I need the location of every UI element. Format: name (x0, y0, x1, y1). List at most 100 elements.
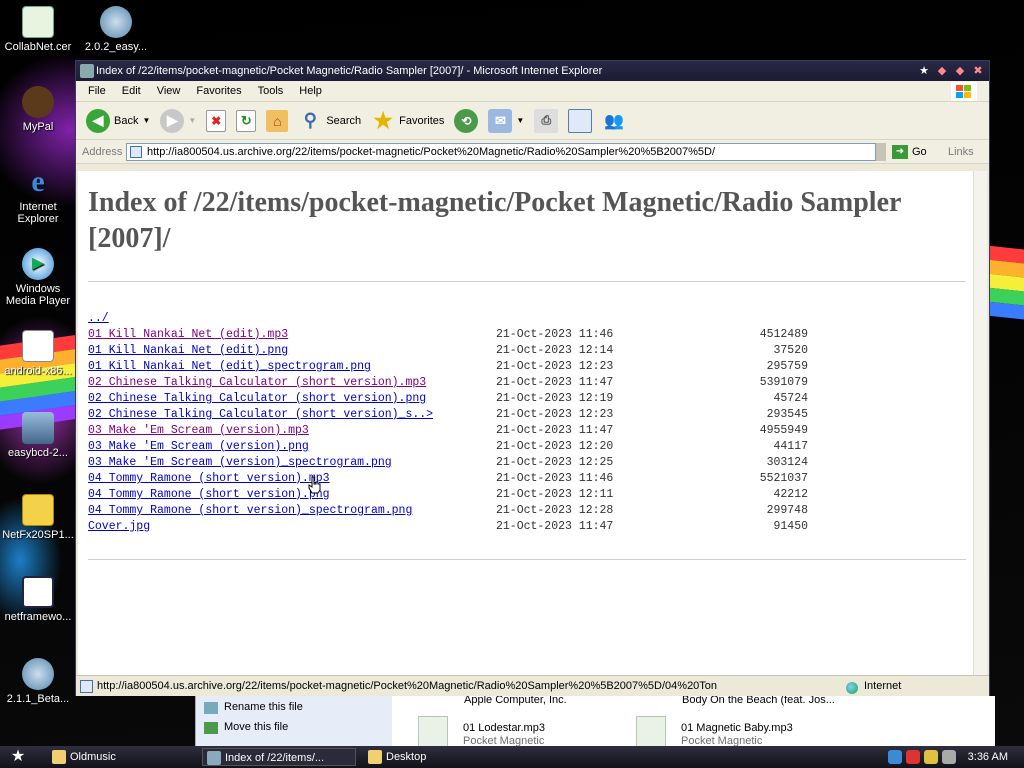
file-link[interactable]: 02 Chinese Talking Calculator (short ver… (88, 375, 426, 391)
desktop-icon-label: easybcd-2... (8, 447, 68, 459)
minimize-button[interactable]: ◆ (935, 64, 949, 78)
chevron-down-icon[interactable]: ▼ (188, 116, 196, 125)
desktop-icon-label: Internet Explorer (17, 201, 59, 225)
desktop-icon-collabnet[interactable]: CollabNet.cer (0, 6, 76, 53)
easybcd-icon (22, 412, 54, 444)
go-button[interactable]: ➜ Go (892, 143, 927, 161)
file-link[interactable]: 01 Kill Nankai Net (edit)_spectrogram.pn… (88, 359, 371, 375)
globe-icon (846, 682, 858, 694)
address-dropdown-button[interactable] (876, 143, 886, 161)
file-link[interactable]: 01 Kill Nankai Net (edit).mp3 (88, 327, 288, 343)
folder-icon (52, 750, 66, 764)
address-input[interactable]: http://ia800504.us.archive.org/22/items/… (126, 143, 876, 161)
desktop-icon-netframework[interactable]: netframewo... (0, 576, 76, 623)
taskbar-button-oldmusic[interactable]: Oldmusic (48, 748, 198, 766)
desktop-icon-label: CollabNet.cer (4, 41, 72, 53)
menu-help[interactable]: Help (291, 85, 330, 97)
rename-file-task[interactable]: Rename this file (224, 701, 303, 713)
parent-directory-link[interactable]: ../ (88, 311, 109, 327)
taskbar-button-ie[interactable]: Index of /22/items/... (202, 748, 356, 766)
desktop-icon-windows-media-player[interactable]: ▶ Windows Media Player (0, 248, 76, 307)
file-date: 21-Oct-2023 12:23 (496, 360, 614, 373)
file-link[interactable]: 02 Chinese Talking Calculator (short ver… (88, 407, 433, 423)
explorer-file-name: 01 Magnetic Baby.mp3 (681, 722, 793, 734)
desktop-icon-netfx20sp1[interactable]: NetFx20SP1... (0, 494, 76, 541)
file-link[interactable]: 03 Make 'Em Scream (version).mp3 (88, 423, 309, 439)
desktop-icon-label: 2.1.1_Beta... (6, 693, 70, 705)
menu-view[interactable]: View (149, 85, 189, 97)
file-date: 21-Oct-2023 12:19 (496, 392, 614, 405)
taskbar-button-desktop[interactable]: Desktop (364, 748, 514, 766)
start-button[interactable]: ★ (4, 748, 32, 766)
history-button[interactable]: ⟲ (450, 106, 482, 136)
move-file-task[interactable]: Move this file (224, 721, 288, 733)
forward-button[interactable]: ▶ ▼ (156, 106, 200, 136)
certificate-icon (22, 6, 54, 38)
edit-button[interactable] (564, 106, 596, 136)
search-button[interactable]: ⚲ Search (294, 106, 365, 136)
chevron-down-icon[interactable]: ▼ (516, 116, 524, 125)
file-size: 4955949 (759, 424, 808, 437)
file-listing: ../ 01 Kill Nankai Net (edit).mp3 21-Oct-… (88, 311, 808, 535)
file-row: 03 Make 'Em Scream (version).mp3 21-Oct-2… (88, 423, 808, 439)
file-link[interactable]: 01 Kill Nankai Net (edit).png (88, 343, 288, 359)
file-link[interactable]: 04 Tommy Ramone (short version)_spectrog… (88, 503, 412, 519)
desktop-icon-internet-explorer[interactable]: e Internet Explorer (0, 166, 76, 226)
menu-tools[interactable]: Tools (250, 85, 292, 97)
desktop-icon-mypal[interactable]: MyPal (0, 86, 76, 133)
desktop-icon-beta-installer[interactable]: 2.1.1_Beta... (0, 658, 76, 705)
taskbar-button-label: Desktop (386, 751, 427, 763)
links-button[interactable]: Links (948, 143, 974, 161)
file-date: 21-Oct-2023 12:23 (496, 408, 614, 421)
menu-favorites[interactable]: Favorites (188, 85, 249, 97)
forward-arrow-icon: ▶ (160, 108, 185, 133)
volume-icon[interactable] (942, 750, 956, 764)
maximize-button[interactable]: ◆ (953, 64, 967, 78)
close-button[interactable]: ✖ (971, 64, 985, 78)
favorites-button[interactable]: ★ Favorites (367, 106, 448, 136)
media-player-icon: ▶ (22, 248, 54, 280)
file-date: 21-Oct-2023 12:14 (496, 344, 614, 357)
page-icon (80, 680, 93, 693)
page-content: Index of /22/items/pocket-magnetic/Pocke… (78, 171, 973, 675)
desktop-icon-easy-installer[interactable]: 2.0.2_easy... (78, 6, 154, 53)
explorer-file-item[interactable]: 01 Lodestar.mp3 Pocket Magnetic (463, 722, 545, 748)
chevron-down-icon[interactable]: ▼ (142, 116, 150, 125)
file-size: 293545 (766, 408, 808, 421)
file-row: 01 Kill Nankai Net (edit).png 21-Oct-2023… (88, 343, 808, 359)
stop-button[interactable]: ✖ (202, 106, 230, 136)
menu-edit[interactable]: Edit (114, 85, 149, 97)
home-button[interactable]: ⌂ (262, 106, 292, 136)
network-icon[interactable] (888, 750, 902, 764)
file-link[interactable]: 03 Make 'Em Scream (version).png (88, 439, 309, 455)
file-link[interactable]: Cover.jpg (88, 519, 150, 535)
move-icon (204, 722, 218, 734)
mypal-icon (22, 86, 54, 118)
explorer-file-item[interactable]: 01 Magnetic Baby.mp3 Pocket Magnetic (681, 722, 793, 748)
desktop-icon-easybcd[interactable]: easybcd-2... (0, 412, 76, 459)
status-text: http://ia800504.us.archive.org/22/items/… (97, 680, 718, 692)
title-bar[interactable]: Index of /22/items/pocket-magnetic/Pocke… (76, 61, 989, 81)
pin-icon[interactable]: ★ (917, 64, 931, 78)
search-label: Search (326, 114, 362, 127)
file-link[interactable]: 03 Make 'Em Scream (version)_spectrogram… (88, 455, 392, 471)
file-size: 295759 (766, 360, 808, 373)
file-row: 03 Make 'Em Scream (version).png 21-Oct-2… (88, 439, 808, 455)
file-link[interactable]: 02 Chinese Talking Calculator (short ver… (88, 391, 426, 407)
mail-button[interactable]: ✉ ▼ (484, 106, 528, 136)
security-shield-icon[interactable] (906, 750, 920, 764)
taskbar: ★ Oldmusic Index of /22/items/... Deskto… (0, 746, 1024, 768)
vertical-scrollbar[interactable] (973, 171, 987, 675)
file-link[interactable]: 04 Tommy Ramone (short version).png (88, 487, 330, 503)
history-icon: ⟲ (454, 108, 479, 133)
print-button[interactable]: ⎙ (530, 106, 562, 136)
desktop-icon-android-x86[interactable]: android-x86... (0, 330, 76, 377)
tray-app-icon[interactable] (924, 750, 938, 764)
refresh-button[interactable]: ↻ (232, 106, 260, 136)
messenger-button[interactable]: 👥 (598, 106, 630, 136)
menu-file[interactable]: File (80, 85, 114, 97)
back-button[interactable]: ◀ Back ▼ (82, 106, 154, 136)
divider (88, 281, 966, 282)
file-link[interactable]: 04 Tommy Ramone (short version).mp3 (88, 471, 330, 487)
desktop-icon-label: 2.0.2_easy... (84, 41, 148, 53)
